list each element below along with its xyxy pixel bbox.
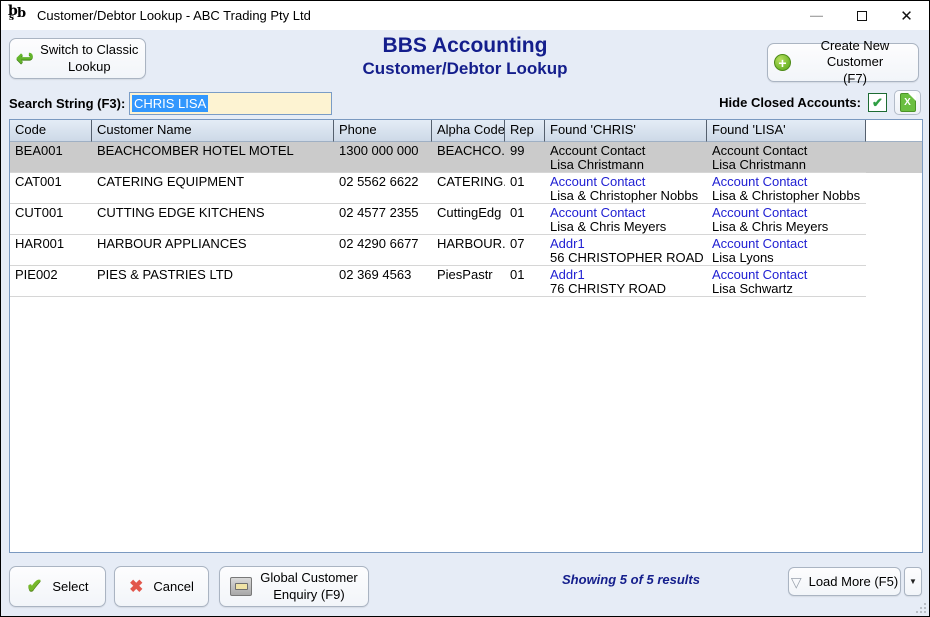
- excel-document-icon: X: [900, 93, 916, 112]
- cell-found-lisa: Account Contact Lisa Christmann: [707, 142, 866, 173]
- select-button[interactable]: ✔ Select: [9, 566, 106, 607]
- search-input-selected-text: CHRIS LISA: [132, 95, 208, 112]
- dropdown-arrow-icon: ▼: [909, 577, 917, 586]
- title-bar: b b s Customer/Debtor Lookup - ABC Tradi…: [1, 1, 929, 30]
- create-button-label-line1: Create New Customer: [821, 38, 890, 69]
- hide-closed-accounts-label: Hide Closed Accounts:: [719, 95, 861, 110]
- minimize-icon[interactable]: —: [794, 1, 839, 30]
- table-row[interactable]: CUT001 CUTTING EDGE KITCHENS 02 4577 235…: [10, 204, 922, 235]
- cell-found-chris: Account Contact Lisa & Chris Meyers: [545, 204, 707, 235]
- account-contact-link[interactable]: Account Contact: [550, 175, 707, 189]
- cell-found-chris: Addr1 56 CHRISTOPHER ROAD: [545, 235, 707, 266]
- file-cabinet-icon: [230, 577, 252, 596]
- create-new-customer-button[interactable]: + Create New Customer (F7): [767, 43, 919, 82]
- cell-customer-name: CATERING EQUIPMENT: [92, 173, 334, 204]
- load-more-button-label: Load More (F5): [809, 574, 899, 589]
- window-title: Customer/Debtor Lookup - ABC Trading Pty…: [37, 8, 794, 23]
- account-contact-link[interactable]: Account Contact: [712, 206, 866, 220]
- cell-code: CAT001: [10, 173, 92, 204]
- table-row[interactable]: BEA001 BEACHCOMBER HOTEL MOTEL 1300 000 …: [10, 142, 922, 173]
- cell-alpha-code: HARBOUR...: [432, 235, 505, 266]
- column-header-customer-name[interactable]: Customer Name: [92, 120, 334, 142]
- column-header-phone[interactable]: Phone: [334, 120, 432, 142]
- checkmark-icon: ✔: [872, 95, 883, 111]
- green-check-icon: ✔: [26, 575, 42, 598]
- create-button-label-line2: (F7): [843, 71, 867, 86]
- switch-button-label: Switch to Classic Lookup: [40, 42, 139, 75]
- cell-phone: 02 4290 6677: [334, 235, 432, 266]
- cell-found-lisa: Account Contact Lisa & Christopher Nobbs: [707, 173, 866, 204]
- cell-found-chris: Addr1 76 CHRISTY ROAD: [545, 266, 707, 297]
- column-header-filler: [866, 120, 922, 142]
- hide-closed-accounts-group: Hide Closed Accounts: ✔ X: [719, 90, 921, 115]
- table-row[interactable]: HAR001 HARBOUR APPLIANCES 02 4290 6677 H…: [10, 235, 922, 266]
- customer-debtor-lookup-window: b b s Customer/Debtor Lookup - ABC Tradi…: [0, 0, 930, 617]
- results-table: Code Customer Name Phone Alpha Code Rep …: [9, 119, 923, 553]
- table-row[interactable]: PIE002 PIES & PASTRIES LTD 02 369 4563 P…: [10, 266, 922, 297]
- cell-rep: 01: [505, 204, 545, 235]
- table-row[interactable]: CAT001 CATERING EQUIPMENT 02 5562 6622 C…: [10, 173, 922, 204]
- cell-found-lisa: Account Contact Lisa & Chris Meyers: [707, 204, 866, 235]
- cell-phone: 02 4577 2355: [334, 204, 432, 235]
- search-input[interactable]: CHRIS LISA: [129, 92, 332, 115]
- resize-grip[interactable]: [916, 603, 926, 613]
- column-header-alpha-code[interactable]: Alpha Code: [432, 120, 505, 142]
- search-string-label: Search String (F3):: [9, 96, 125, 111]
- cell-found-lisa: Account Contact Lisa Lyons: [707, 235, 866, 266]
- red-cross-icon: ✖: [129, 577, 143, 597]
- cell-customer-name: HARBOUR APPLIANCES: [92, 235, 334, 266]
- load-more-button[interactable]: ▽ Load More (F5): [788, 567, 901, 596]
- window-controls: — ✕: [794, 1, 929, 30]
- addr1-link[interactable]: Addr1: [550, 268, 707, 282]
- cell-code: PIE002: [10, 266, 92, 297]
- cell-customer-name: BEACHCOMBER HOTEL MOTEL: [92, 142, 334, 173]
- cell-alpha-code: PiesPastr: [432, 266, 505, 297]
- plus-icon: +: [774, 54, 791, 71]
- cell-alpha-code: CuttingEdg: [432, 204, 505, 235]
- cell-phone: 1300 000 000: [334, 142, 432, 173]
- cell-phone: 02 5562 6622: [334, 173, 432, 204]
- cell-rep: 99: [505, 142, 545, 173]
- maximize-icon[interactable]: [839, 1, 884, 30]
- cell-rep: 01: [505, 173, 545, 204]
- account-contact-link[interactable]: Account Contact: [712, 175, 866, 189]
- cell-found-chris: Account Contact Lisa Christmann: [545, 142, 707, 173]
- column-header-found-chris[interactable]: Found 'CHRIS': [545, 120, 707, 142]
- cell-code: CUT001: [10, 204, 92, 235]
- bbs-app-icon: b b s: [8, 6, 30, 26]
- cancel-button[interactable]: ✖ Cancel: [114, 566, 209, 607]
- cancel-button-label: Cancel: [153, 579, 193, 594]
- cell-code: HAR001: [10, 235, 92, 266]
- cell-found-chris: Account Contact Lisa & Christopher Nobbs: [545, 173, 707, 204]
- account-contact-link[interactable]: Account Contact: [712, 237, 866, 251]
- down-triangle-icon: ▽: [791, 575, 802, 589]
- cell-rep: 01: [505, 266, 545, 297]
- column-header-rep[interactable]: Rep: [505, 120, 545, 142]
- column-header-code[interactable]: Code: [10, 120, 92, 142]
- global-button-label-line1: Global Customer: [260, 570, 358, 585]
- export-to-excel-button[interactable]: X: [894, 90, 921, 115]
- addr1-link[interactable]: Addr1: [550, 237, 707, 251]
- switch-to-classic-lookup-button[interactable]: ↩ Switch to Classic Lookup: [9, 38, 146, 79]
- table-header-row: Code Customer Name Phone Alpha Code Rep …: [10, 120, 922, 142]
- cell-phone: 02 369 4563: [334, 266, 432, 297]
- cell-customer-name: PIES & PASTRIES LTD: [92, 266, 334, 297]
- account-contact-link[interactable]: Account Contact: [712, 268, 866, 282]
- green-return-arrow-icon: ↩: [16, 48, 34, 69]
- cell-alpha-code: CATERING...: [432, 173, 505, 204]
- results-count-status: Showing 5 of 5 results: [501, 572, 761, 587]
- cell-rep: 07: [505, 235, 545, 266]
- close-icon[interactable]: ✕: [884, 1, 929, 30]
- select-button-label: Select: [52, 579, 88, 594]
- cell-alpha-code: BEACHCO...: [432, 142, 505, 173]
- global-button-label-line2: Enquiry (F9): [273, 587, 345, 602]
- cell-customer-name: CUTTING EDGE KITCHENS: [92, 204, 334, 235]
- cell-code: BEA001: [10, 142, 92, 173]
- hide-closed-accounts-checkbox[interactable]: ✔: [868, 93, 887, 112]
- cell-found-lisa: Account Contact Lisa Schwartz: [707, 266, 866, 297]
- account-contact-link[interactable]: Account Contact: [550, 206, 707, 220]
- load-more-dropdown-button[interactable]: ▼: [904, 567, 922, 596]
- global-customer-enquiry-button[interactable]: Global Customer Enquiry (F9): [219, 566, 369, 607]
- column-header-found-lisa[interactable]: Found 'LISA': [707, 120, 866, 142]
